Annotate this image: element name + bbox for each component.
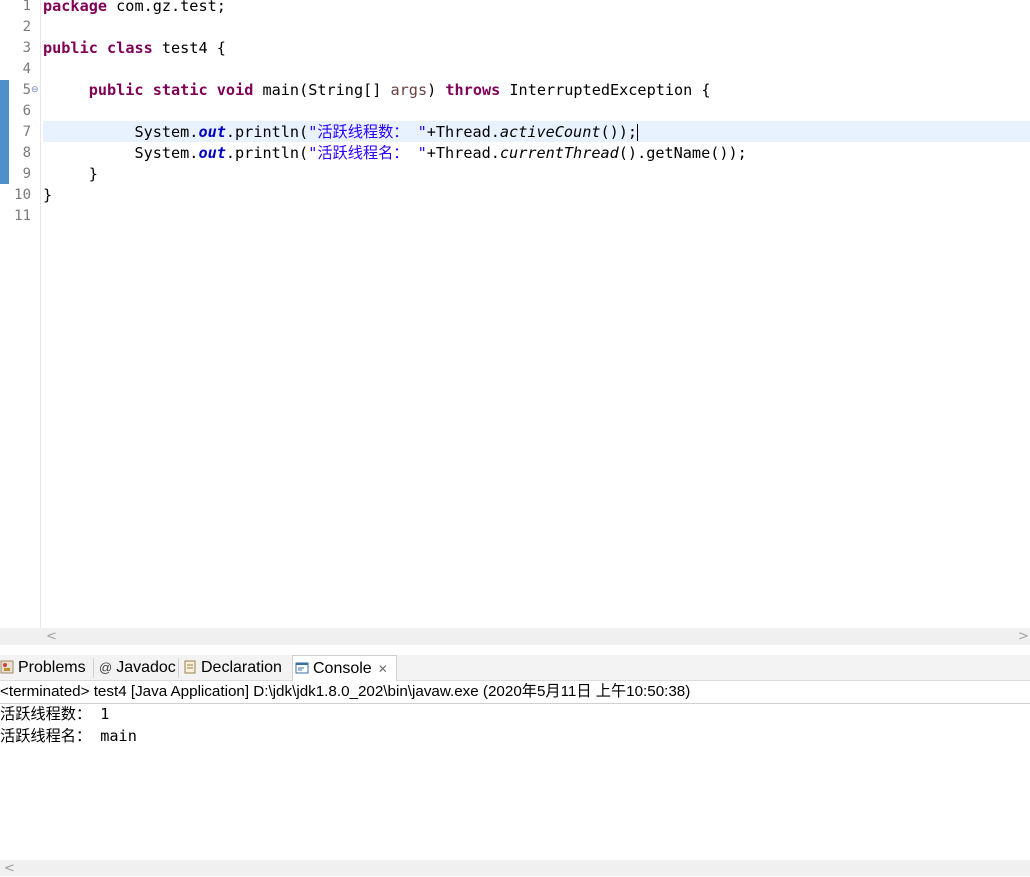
line-number: 2 [22,19,31,35]
console-status-header: <terminated> test4 [Java Application] D:… [0,681,1030,704]
editor-horizontal-scrollbar[interactable]: < > [0,628,1030,645]
code-line-10: } [43,186,53,204]
tab-separator [93,658,94,678]
close-icon[interactable]: ✕ [378,662,388,676]
line-number: 3 [22,40,31,56]
code-line-5: public static void main(String[] args) t… [88,81,711,99]
code-line-1: package com.gz.test; [43,0,226,15]
javadoc-icon: @ [99,660,113,675]
line-number: 4 [22,61,31,77]
line-number: 10 [14,187,31,203]
console-output-line: 活跃线程数： 1 [0,705,110,723]
line-number: 6 [22,103,31,119]
line-number-gutter: 1 2 3 4 5 6 7 8 9 10 11 [0,0,32,628]
tab-declaration[interactable]: Declaration [183,655,282,680]
console-horizontal-scrollbar[interactable]: < [0,860,1030,876]
line-number: 1 [22,0,31,14]
scroll-right-icon[interactable]: > [1018,628,1029,645]
code-line-3: public class test4 { [43,39,226,57]
code-editor[interactable]: 1 2 3 4 5 6 7 8 9 10 11 ⊖ package com.gz… [0,0,1030,628]
tab-javadoc[interactable]: @ Javadoc [99,655,176,680]
tab-problems[interactable]: Problems [0,655,86,680]
declaration-icon [183,657,197,674]
problems-icon [0,657,14,674]
code-line-7[interactable]: System.out.println("活跃线程数： "+Thread.acti… [43,122,639,143]
line-number: 7 [22,124,31,140]
tab-console[interactable]: Console ✕ [292,655,397,681]
view-tab-bar: Problems @ Javadoc Declaration Console ✕ [0,655,1030,681]
gutter-divider [40,0,41,628]
code-line-8: System.out.println("活跃线程名： "+Thread.curr… [134,144,747,162]
tab-separator [178,658,179,678]
scroll-left-icon[interactable]: < [46,628,57,645]
line-number: 5 [22,82,31,98]
console-output-line: 活跃线程名： main [0,727,137,745]
fold-toggle-icon[interactable]: ⊖ [31,85,39,95]
console-icon [295,658,309,674]
scroll-left-icon[interactable]: < [4,860,15,877]
line-number: 9 [22,166,31,182]
code-line-9: } [88,165,98,183]
line-number: 8 [22,145,31,161]
line-number: 11 [14,208,31,224]
text-caret [637,124,639,141]
